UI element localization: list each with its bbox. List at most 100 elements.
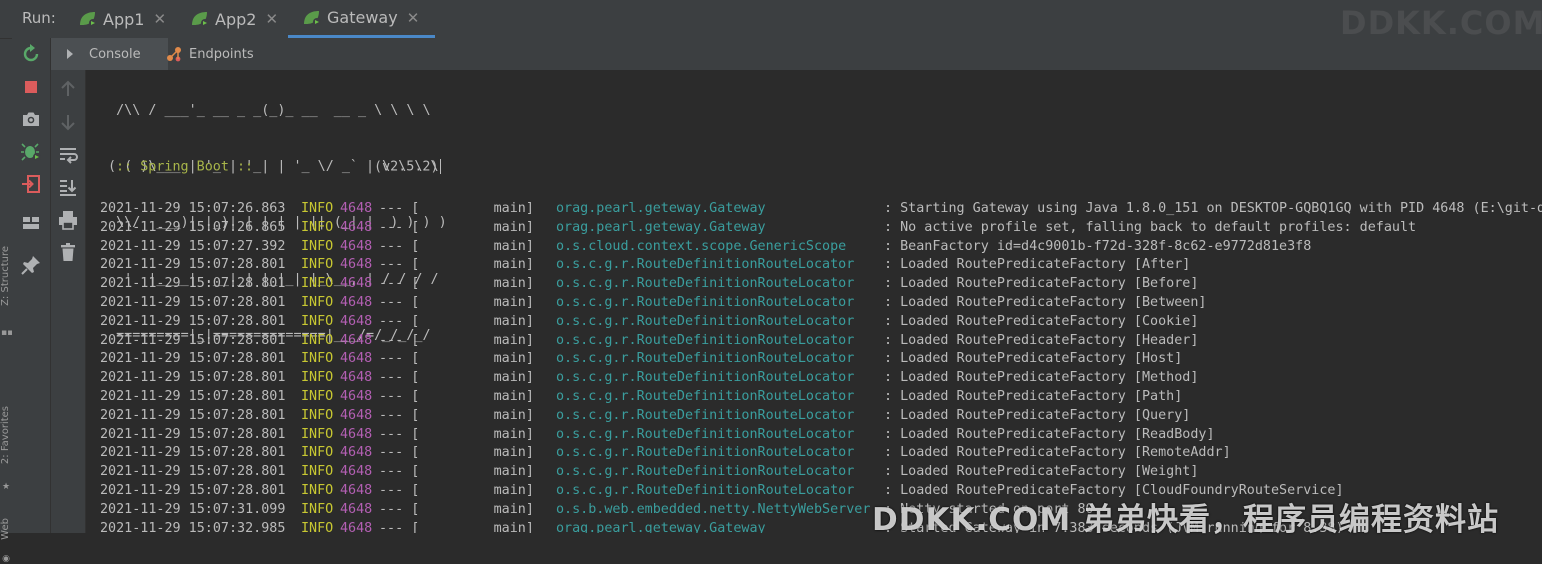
arrow-up-icon[interactable] (56, 77, 80, 101)
log-thread: main] (413, 426, 534, 442)
log-timestamp: 2021-11-29 15:07:28.801 (100, 426, 286, 442)
console-tabs-bar: Console Endpoints (51, 38, 1542, 71)
run-tab-gateway[interactable]: Gateway ✕ (288, 0, 436, 38)
log-message: : Loaded RoutePredicateFactory [Before] (884, 276, 1199, 292)
log-level: INFO (301, 351, 334, 367)
log-pid: 4648 (340, 351, 373, 367)
log-pid: 4648 (340, 219, 373, 235)
camera-icon[interactable] (19, 107, 43, 131)
close-icon[interactable]: ✕ (265, 10, 278, 28)
log-level: INFO (301, 520, 334, 533)
spring-boot-version: (v2.5.2) (261, 159, 439, 175)
log-timestamp: 2021-11-29 15:07:26.865 (100, 219, 286, 235)
log-pid: 4648 (340, 238, 373, 254)
log-message: : Loaded RoutePredicateFactory [Cookie] (884, 313, 1199, 329)
structure-icon: ▪▪ (1, 328, 14, 338)
log-pid: 4648 (340, 407, 373, 423)
log-timestamp: 2021-11-29 15:07:28.801 (100, 445, 286, 461)
tab-label: Endpoints (189, 46, 254, 62)
log-message: : Loaded RoutePredicateFactory [Between] (884, 294, 1207, 310)
log-timestamp: 2021-11-29 15:07:27.392 (100, 238, 286, 254)
log-logger: o.s.c.g.r.RouteDefinitionRouteLocator (556, 464, 855, 480)
close-icon[interactable]: ✕ (153, 10, 166, 28)
tab-endpoints[interactable]: Endpoints (165, 38, 254, 70)
log-level: INFO (301, 445, 334, 461)
log-thread: main] (413, 464, 534, 480)
log-timestamp: 2021-11-29 15:07:28.801 (100, 294, 286, 310)
log-thread: main] (413, 219, 534, 235)
scroll-to-end-icon[interactable] (56, 175, 80, 199)
log-level: INFO (301, 276, 334, 292)
print-icon[interactable] (56, 208, 80, 232)
log-timestamp: 2021-11-29 15:07:32.985 (100, 520, 286, 533)
log-thread: main] (413, 445, 534, 461)
console-icon (67, 49, 73, 59)
log-thread: main] (413, 388, 534, 404)
log-message: : Loaded RoutePredicateFactory [Method] (884, 370, 1199, 386)
log-timestamp: 2021-11-29 15:07:28.801 (100, 257, 286, 273)
log-level: INFO (301, 257, 334, 273)
tab-console[interactable]: Console (51, 38, 168, 70)
soft-wrap-icon[interactable] (56, 143, 80, 167)
log-logger: o.s.c.g.r.RouteDefinitionRouteLocator (556, 407, 855, 423)
log-timestamp: 2021-11-29 15:07:31.099 (100, 501, 286, 517)
pin-icon[interactable] (19, 253, 43, 277)
spring-boot-app-icon (80, 12, 97, 27)
run-tab-app1[interactable]: App1 ✕ (78, 0, 166, 38)
web-tool-label[interactable]: Web (0, 518, 12, 540)
run-tab-label: App2 (215, 9, 257, 29)
log-thread: main] (413, 501, 534, 517)
spring-boot-app-icon (192, 12, 209, 27)
log-message: : Loaded RoutePredicateFactory [Path] (884, 388, 1183, 404)
log-level: INFO (301, 370, 334, 386)
run-tab-app2[interactable]: App2 ✕ (190, 0, 278, 38)
run-actions-toolbar (12, 38, 51, 533)
trash-icon[interactable] (56, 240, 80, 264)
log-pid: 4648 (340, 370, 373, 386)
web-icon: ◉ (2, 554, 10, 564)
log-level: INFO (301, 294, 334, 310)
console-actions-toolbar (51, 70, 86, 533)
log-thread: main] (413, 482, 534, 498)
rerun-icon[interactable] (19, 42, 43, 66)
debug-bug-icon[interactable] (19, 139, 43, 163)
log-timestamp: 2021-11-29 15:07:28.801 (100, 388, 286, 404)
log-level: INFO (301, 313, 334, 329)
log-timestamp: 2021-11-29 15:07:28.801 (100, 351, 286, 367)
log-message: : Loaded RoutePredicateFactory [Host] (884, 351, 1183, 367)
log-message: : Loaded RoutePredicateFactory [RemoteAd… (884, 445, 1231, 461)
log-message: : Loaded RoutePredicateFactory [Header] (884, 332, 1199, 348)
run-tab-label: App1 (103, 9, 145, 29)
tab-label: Console (89, 46, 141, 62)
stop-icon[interactable] (19, 75, 43, 99)
spring-boot-version-line: :: Spring Boot :: (v2.5.2) (108, 159, 441, 175)
log-thread: main] (413, 351, 534, 367)
spring-boot-label: :: Spring Boot :: (108, 159, 262, 175)
log-logger: o.s.c.g.r.RouteDefinitionRouteLocator (556, 388, 855, 404)
run-label: Run: (22, 9, 56, 27)
arrow-down-icon[interactable] (56, 110, 80, 134)
spring-boot-app-icon (304, 10, 321, 26)
log-logger: o.s.c.g.r.RouteDefinitionRouteLocator (556, 313, 855, 329)
log-level: INFO (301, 426, 334, 442)
favorites-tool-label[interactable]: 2: Favorites (0, 406, 12, 464)
log-level: INFO (301, 464, 334, 480)
log-pid: 4648 (340, 501, 373, 517)
log-message: : Loaded RoutePredicateFactory [Weight] (884, 464, 1199, 480)
structure-tool-label[interactable]: Z: Structure (0, 246, 12, 306)
log-thread: main] (413, 276, 534, 292)
exit-icon[interactable] (19, 172, 43, 196)
log-thread: main] (413, 257, 534, 273)
log-level: INFO (301, 238, 334, 254)
console-output[interactable]: /\\ / ___'_ __ _ _(_)_ __ __ _ \ \ \ \ (… (86, 70, 1542, 533)
layout-icon[interactable] (19, 211, 43, 235)
log-level: INFO (301, 407, 334, 423)
log-timestamp: 2021-11-29 15:07:28.801 (100, 370, 286, 386)
close-icon[interactable]: ✕ (407, 9, 420, 27)
log-message: : No active profile set, falling back to… (884, 219, 1417, 235)
watermark-overlay-text: DDKK.COM 弟弟快看，程序员编程资料站 (872, 502, 1500, 538)
log-logger: o.s.c.g.r.RouteDefinitionRouteLocator (556, 276, 855, 292)
log-logger: orag.pearl.geteway.Gateway (556, 219, 766, 235)
log-timestamp: 2021-11-29 15:07:28.801 (100, 464, 286, 480)
log-pid: 4648 (340, 464, 373, 480)
